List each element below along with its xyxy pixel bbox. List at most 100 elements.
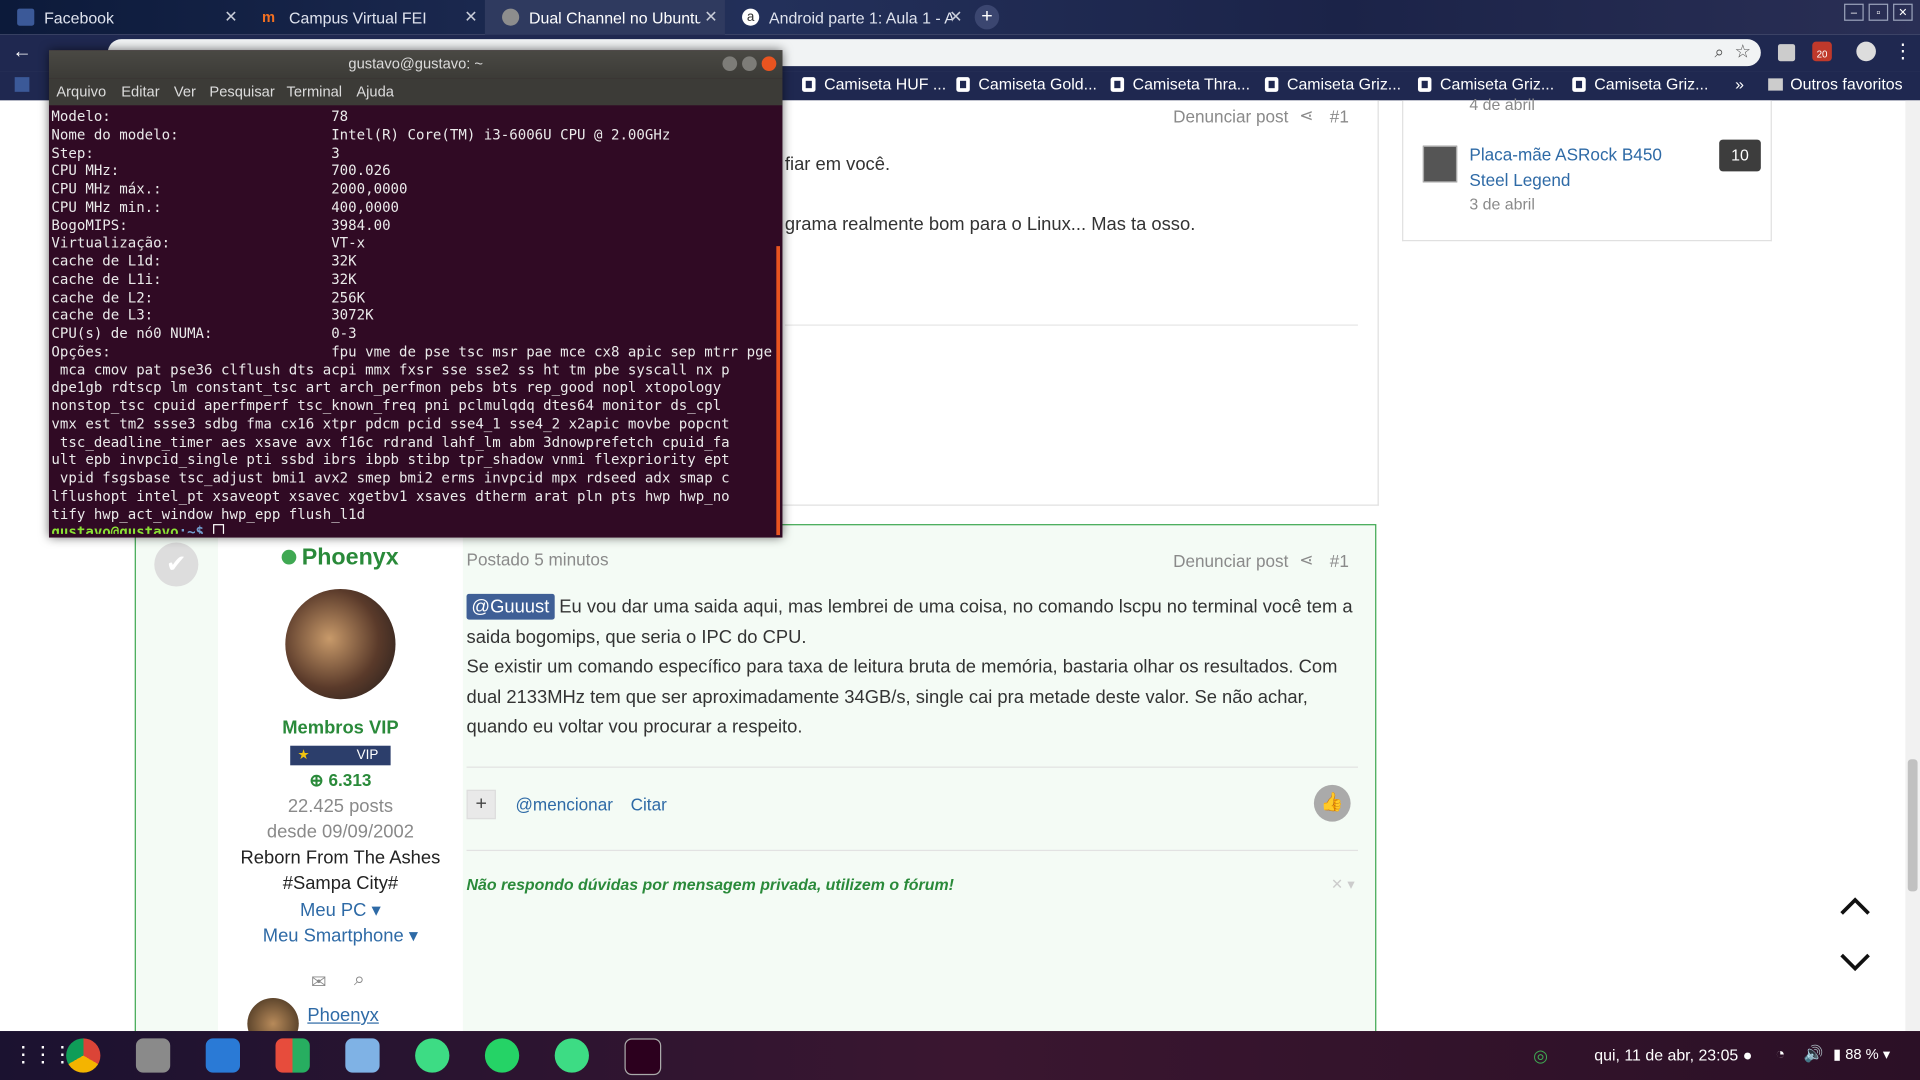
post-timestamp[interactable]: Postado 5 minutos <box>467 550 609 570</box>
battery-indicator[interactable]: ▮ 88 % ▾ <box>1833 1046 1890 1063</box>
topic-link[interactable]: Placa-mãe ASRock B450 Steel Legend <box>1469 142 1677 193</box>
menu-editar[interactable]: Editar <box>121 83 159 100</box>
software-icon[interactable] <box>275 1038 310 1073</box>
wifi-icon[interactable]: ◔ <box>1776 1044 1786 1062</box>
bookmark-label: Camiseta Griz... <box>1594 74 1709 94</box>
post-number[interactable]: #1 <box>1330 551 1349 571</box>
menu-arquivo[interactable]: Arquivo <box>56 83 106 100</box>
envelope-icon[interactable]: ✉ <box>311 971 326 993</box>
files-icon[interactable] <box>135 1038 171 1073</box>
bookmark-item[interactable]: Camiseta Gold... <box>956 75 1097 93</box>
volume-icon[interactable]: 🔊 <box>1804 1044 1824 1064</box>
new-tab-button[interactable]: + <box>974 4 1000 30</box>
bookmark-item[interactable]: Camiseta Griz... <box>1572 75 1708 93</box>
facebook-bookmark-icon[interactable] <box>14 77 30 92</box>
bookmark-item[interactable]: Camiseta HUF ... <box>802 75 946 93</box>
menu-dots-icon[interactable]: ⋮ <box>1893 39 1913 63</box>
android-studio-icon[interactable] <box>415 1038 450 1073</box>
search-icon[interactable]: ⌕ <box>354 970 365 992</box>
chrome-icon[interactable] <box>66 1038 101 1073</box>
close-tab-icon[interactable]: ✕ <box>949 7 962 27</box>
restore-window-button[interactable]: ▫ <box>1868 3 1889 21</box>
scroll-down-icon[interactable] <box>1839 945 1871 977</box>
android-studio-icon[interactable] <box>554 1038 589 1073</box>
post-number[interactable]: #1 <box>1330 107 1349 127</box>
other-favorites-label: Outros favoritos <box>1790 74 1903 94</box>
terminal-title: gustavo@gustavo: ~ <box>348 55 484 73</box>
close-icon[interactable] <box>761 56 777 72</box>
quote-link[interactable]: Citar <box>631 795 667 815</box>
close-window-button[interactable]: ✕ <box>1893 3 1913 21</box>
profile-avatar[interactable] <box>1856 41 1876 62</box>
forum-post: ✔ Phoenyx Membros VIP ★ VIP ⊕ 6.313 22.4… <box>134 524 1377 1054</box>
more-bookmarks-button[interactable]: » <box>1735 75 1744 93</box>
page-scrollbar[interactable] <box>1905 100 1920 1032</box>
tab-campus-virtual[interactable]: m Campus Virtual FEI ✕ <box>245 0 485 34</box>
menu-ajuda[interactable]: Ajuda <box>356 83 394 100</box>
forum-icon <box>502 8 520 26</box>
member-since: desde 09/09/2002 <box>266 821 414 843</box>
other-favorites-folder[interactable]: Outros favoritos <box>1768 74 1903 94</box>
close-tab-icon[interactable]: ✕ <box>704 7 717 27</box>
caret-down-icon: ▾ <box>371 900 381 921</box>
report-post-link[interactable]: Denunciar post <box>1173 107 1288 127</box>
minimize-icon[interactable] <box>722 56 738 72</box>
mini-author-link[interactable]: Phoenyx <box>307 1005 378 1026</box>
terminal-icon[interactable] <box>624 1038 662 1076</box>
mention-link[interactable]: @mencionar <box>516 795 613 815</box>
share-icon[interactable]: ⋖ <box>1299 550 1313 571</box>
taskbar: ⋮⋮⋮ ◎ qui, 11 de abr, 23:05 ● ◔ 🔊 ▮ 88 %… <box>0 1031 1920 1080</box>
menu-ver[interactable]: Ver <box>174 83 196 100</box>
tab-label: Facebook <box>44 7 114 27</box>
bookmark-item[interactable]: Camiseta Griz... <box>1264 75 1401 93</box>
adblock-icon[interactable]: 20 <box>1812 41 1832 62</box>
virtualbox-icon[interactable] <box>345 1038 380 1073</box>
terminal-output[interactable]: Modelo: 78 Nome do modelo: Intel(R) Core… <box>51 108 776 534</box>
terminal-scrollbar[interactable] <box>776 246 781 536</box>
bookmark-item[interactable]: Camiseta Thra... <box>1110 75 1250 93</box>
terminal-menu-bar: Arquivo Editar Ver Pesquisar Terminal Aj… <box>48 78 783 106</box>
caret-down-icon: ▾ <box>408 925 419 947</box>
menu-terminal[interactable]: Terminal <box>287 83 343 100</box>
post-paragraph: Se existir um comando específico para ta… <box>466 656 1338 738</box>
terminal-window[interactable]: gustavo@gustavo: ~ Arquivo Editar Ver Pe… <box>48 50 783 538</box>
scrollbar-thumb[interactable] <box>1907 759 1918 892</box>
zoom-icon[interactable]: ⌕ <box>1714 42 1724 63</box>
report-post-link[interactable]: Denunciar post <box>1173 551 1288 571</box>
menu-pesquisar[interactable]: Pesquisar <box>209 83 274 100</box>
whatsapp-tray-icon[interactable]: ◎ <box>1533 1046 1548 1067</box>
close-tab-icon[interactable]: ✕ <box>224 7 237 27</box>
extension-icon[interactable] <box>1777 44 1796 62</box>
bookmark-item[interactable]: Camiseta Griz... <box>1417 75 1554 93</box>
back-arrow-icon[interactable]: ← <box>12 42 32 64</box>
meu-smartphone-dropdown[interactable]: Meu Smartphone ▾ <box>218 924 463 947</box>
minimize-window-button[interactable]: – <box>1844 3 1864 21</box>
app-grid-icon[interactable]: ⋮⋮⋮ <box>12 1042 73 1068</box>
tab-facebook[interactable]: Facebook ✕ <box>0 0 245 34</box>
like-button[interactable]: 👍 <box>1313 784 1351 822</box>
meu-smartphone-label: Meu Smartphone <box>262 925 404 947</box>
battery-label: 88 % <box>1845 1045 1879 1063</box>
close-signature-icon[interactable]: ✕ ▾ <box>1331 876 1355 893</box>
share-icon[interactable]: ⋖ <box>1299 105 1313 126</box>
writer-icon[interactable] <box>205 1038 241 1073</box>
close-tab-icon[interactable]: ✕ <box>464 7 477 27</box>
terminal-title-bar[interactable]: gustavo@gustavo: ~ <box>48 50 783 79</box>
motherboard-thumbnail[interactable] <box>1422 145 1458 183</box>
scroll-up-icon[interactable] <box>1839 891 1871 923</box>
whatsapp-icon[interactable] <box>484 1038 520 1073</box>
tab-label: Dual Channel no Ubuntu <box>528 7 701 27</box>
tab-dual-channel[interactable]: Dual Channel no Ubuntu ✕ <box>484 0 725 35</box>
author-name[interactable]: Phoenyx <box>302 545 399 571</box>
tab-android[interactable]: a Android parte 1: Aula 1 - A ✕ <box>725 0 970 34</box>
user-mention[interactable]: @Guuust <box>466 593 555 620</box>
meu-pc-dropdown[interactable]: Meu PC ▾ <box>218 899 463 921</box>
online-status-icon <box>282 549 297 565</box>
avatar[interactable] <box>285 588 396 700</box>
expand-button[interactable]: + <box>466 789 496 820</box>
clock[interactable]: qui, 11 de abr, 23:05 ● <box>1594 1046 1752 1064</box>
bookmark-star-icon[interactable]: ☆ <box>1735 40 1751 63</box>
maximize-icon[interactable] <box>742 56 757 72</box>
alura-icon: a <box>742 8 760 26</box>
post-content: @Guuust Eu vou dar uma saida aqui, mas l… <box>466 593 1358 743</box>
